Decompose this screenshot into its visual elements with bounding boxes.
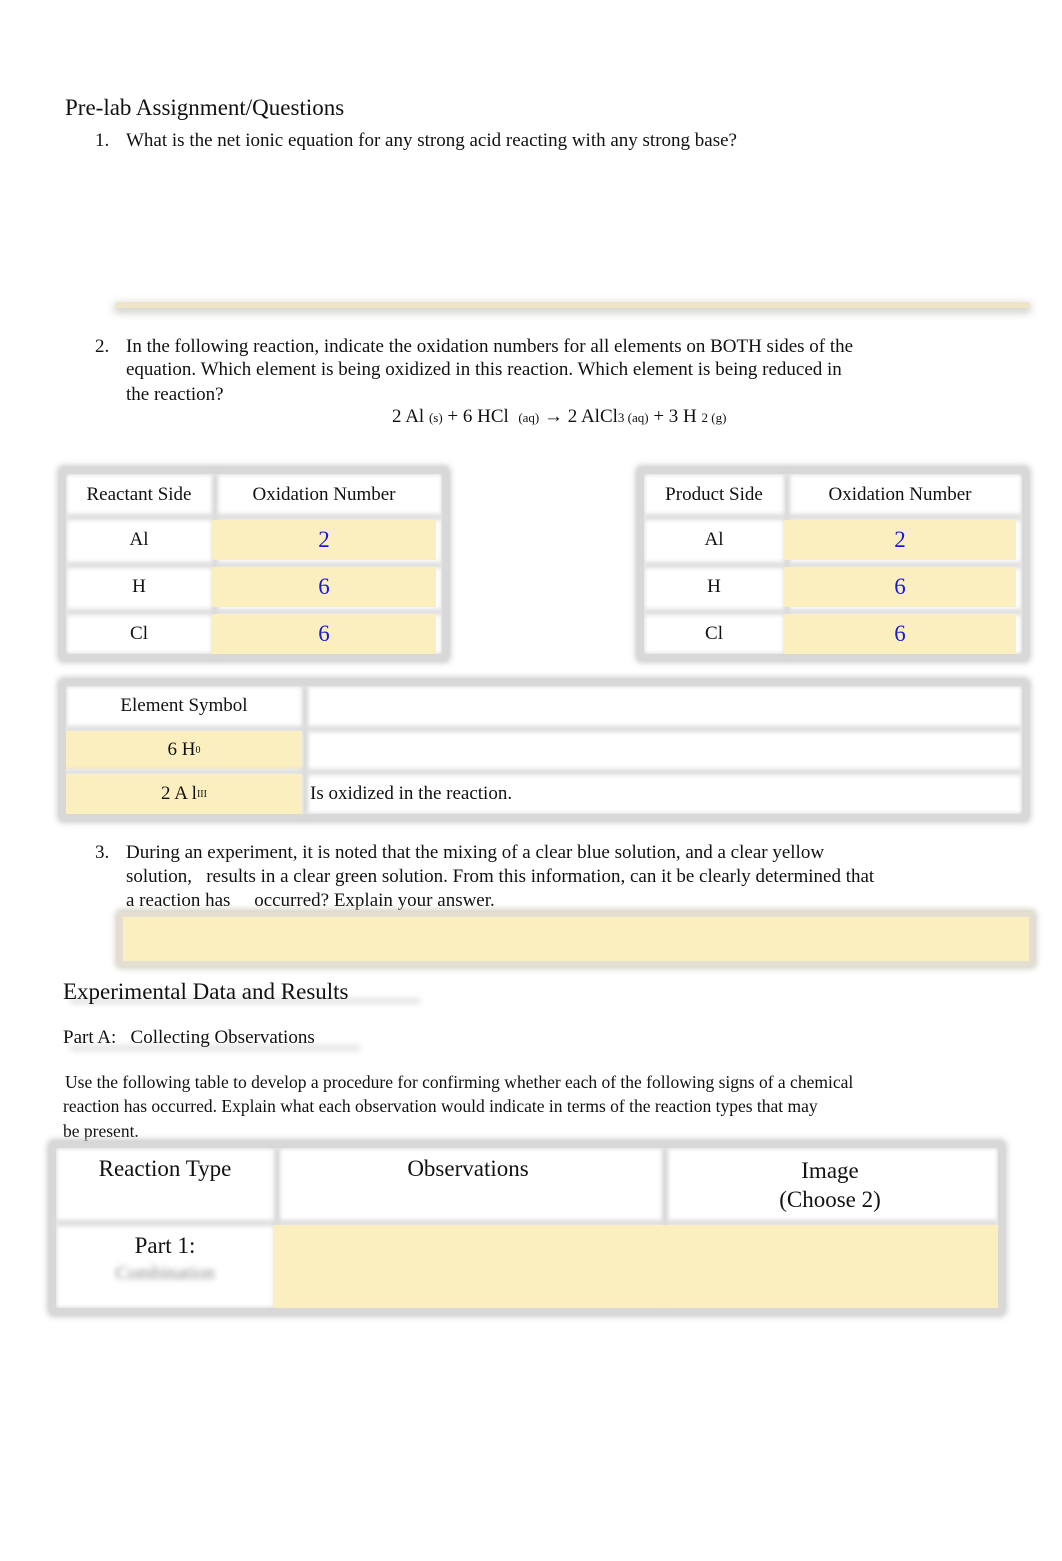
- header-reaction-type: Reaction Type: [98, 1156, 232, 1181]
- reactant-row: Cl 6: [66, 614, 442, 654]
- reactant-header-oxidation: Oxidation Number: [252, 484, 396, 505]
- element-header-blank: [302, 686, 1022, 726]
- question-2-number: 2.: [95, 336, 110, 357]
- element-row: 6 H0: [66, 731, 1022, 769]
- eq-al: 2 Al: [392, 406, 425, 427]
- element-row: 2 A l III Is oxidized in the reaction.: [66, 774, 1022, 814]
- instructions-line-1: Use the following table to develop a pro…: [65, 1072, 854, 1092]
- reaction-type-label: Part 1:: [134, 1233, 196, 1258]
- eq-arrow: →: [544, 406, 563, 427]
- header-image: Image (Choose 2): [662, 1148, 998, 1220]
- element-symbol-input[interactable]: 2 A l III: [66, 774, 302, 814]
- question-3-number: 3.: [95, 842, 110, 863]
- product-oxidation-input[interactable]: 6: [784, 614, 1016, 654]
- question-1-answer-field[interactable]: [115, 302, 1030, 308]
- reactant-element: Al: [129, 529, 149, 550]
- reactant-header-element: Reactant Side: [86, 484, 192, 505]
- reactant-row: Al 2: [66, 520, 442, 560]
- header-image-label: Image: [801, 1158, 859, 1183]
- question-2-line-3: the reaction?: [126, 384, 224, 405]
- question-3-answer-field[interactable]: [118, 912, 1034, 966]
- product-row: Al 2: [644, 520, 1022, 560]
- eq-h-sub: 2 (g): [701, 410, 727, 425]
- reactant-table: Reactant Side Oxidation Number Al 2 H 6 …: [60, 468, 448, 660]
- question-1-number: 1.: [95, 130, 110, 151]
- product-row: Cl 6: [644, 614, 1022, 654]
- question-1-text: What is the net ionic equation for any s…: [126, 130, 737, 151]
- reactant-row: H 6: [66, 567, 442, 607]
- element-header: Element Symbol: [120, 695, 248, 716]
- reaction-type-cell: Part 1: Combination: [56, 1225, 274, 1308]
- observation-header-row: Reaction Type Observations Image (Choose…: [56, 1148, 998, 1220]
- question-3-line-1: During an experiment, it is noted that t…: [126, 842, 825, 863]
- product-oxidation-input[interactable]: 2: [784, 520, 1016, 560]
- product-header-row: Product Side Oxidation Number: [644, 474, 1022, 516]
- reactant-element: H: [132, 576, 146, 597]
- reactant-element: Cl: [130, 623, 148, 644]
- reactant-header-row: Reactant Side Oxidation Number: [66, 474, 442, 516]
- prelab-heading: Pre-lab Assignment/Questions: [65, 95, 345, 120]
- product-element: Al: [704, 529, 724, 550]
- observation-row: Part 1: Combination: [56, 1225, 998, 1308]
- element-symbol-table: Element Symbol 6 H0 2 A l III Is oxidized…: [60, 680, 1028, 820]
- reactant-oxidation-input[interactable]: 2: [212, 520, 436, 560]
- reactant-oxidation-input[interactable]: 6: [212, 614, 436, 654]
- element-description: [302, 731, 1022, 769]
- question-3-line-2: solution, results in a clear green solut…: [126, 866, 875, 887]
- eq-h: + 3 H: [653, 406, 697, 427]
- chemical-equation: 2 Al (s) + 6 HCl (aq) → 2 AlCl3 (aq) + 3…: [392, 406, 726, 428]
- eq-hcl-state: (aq): [518, 410, 540, 425]
- product-oxidation-input[interactable]: 6: [784, 567, 1016, 607]
- element-description: Is oxidized in the reaction.: [310, 783, 513, 804]
- observations-input[interactable]: [274, 1225, 662, 1308]
- product-element: Cl: [705, 623, 723, 644]
- element-header-row: Element Symbol: [66, 686, 1022, 726]
- reactant-oxidation-input[interactable]: 6: [212, 567, 436, 607]
- element-symbol-input[interactable]: 6 H0: [66, 731, 302, 769]
- header-observations: Observations: [407, 1156, 529, 1181]
- product-header-element: Product Side: [665, 484, 763, 505]
- experimental-heading: Experimental Data and Results: [63, 979, 349, 1004]
- instructions-line-3: be present.: [63, 1121, 139, 1141]
- header-image-note: (Choose 2): [779, 1187, 881, 1212]
- eq-hcl: + 6 HCl: [447, 406, 509, 427]
- observation-table: Reaction Type Observations Image (Choose…: [50, 1142, 1004, 1314]
- product-row: H 6: [644, 567, 1022, 607]
- question-3-line-3: a reaction has occurred? Explain your an…: [126, 890, 495, 911]
- part-a-heading: Part A: Collecting Observations: [63, 1027, 315, 1048]
- product-table: Product Side Oxidation Number Al 2 H 6 C…: [638, 468, 1028, 660]
- product-header-oxidation: Oxidation Number: [828, 484, 972, 505]
- product-element: H: [707, 576, 721, 597]
- eq-alcl-sub: 3 (aq): [617, 410, 649, 425]
- question-2-line-2: equation. Which element is being oxidize…: [126, 359, 842, 380]
- instructions-line-2: reaction has occurred. Explain what each…: [63, 1096, 818, 1116]
- question-2-line-1: In the following reaction, indicate the …: [126, 336, 854, 357]
- reaction-type-subtitle: Combination: [115, 1263, 215, 1284]
- image-input[interactable]: [662, 1225, 998, 1308]
- eq-alcl: 2 AlCl: [567, 406, 618, 427]
- eq-al-state: (s): [428, 410, 443, 425]
